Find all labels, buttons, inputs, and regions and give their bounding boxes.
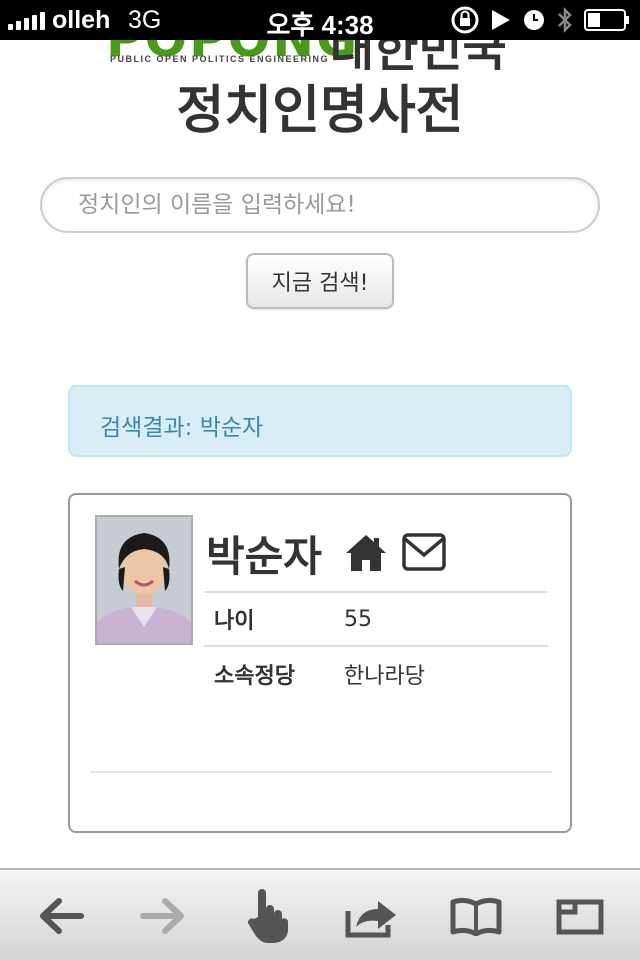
pointer-button[interactable] xyxy=(228,884,308,948)
play-icon xyxy=(492,10,510,30)
table-row: 소속정당 한나라당 xyxy=(204,645,548,700)
mail-icon[interactable] xyxy=(402,533,446,571)
tabs-button[interactable] xyxy=(540,884,620,948)
browser-toolbar xyxy=(0,868,640,960)
info-value-party: 한나라당 xyxy=(344,645,548,700)
page-title: 정치인명사전 xyxy=(176,81,464,141)
tabs-icon xyxy=(556,899,604,935)
bookmarks-button[interactable] xyxy=(436,884,516,948)
search-input[interactable] xyxy=(40,177,600,233)
alarm-icon xyxy=(524,10,544,30)
battery-icon xyxy=(584,9,629,31)
status-bar: olleh 3G 오후 4:38 xyxy=(0,0,640,40)
search-result-alert: 검색결과: 박순자 xyxy=(68,385,572,457)
info-value-age: 55 xyxy=(344,591,548,646)
forward-button[interactable] xyxy=(124,884,204,948)
pointer-hand-icon xyxy=(247,889,288,943)
share-button[interactable] xyxy=(332,884,412,948)
info-label-party: 소속정당 xyxy=(204,645,344,700)
card-divider xyxy=(90,771,552,773)
back-button[interactable] xyxy=(20,884,100,948)
search-button[interactable]: 지금 검색! xyxy=(246,253,394,309)
politician-name: 박순자 xyxy=(206,532,322,581)
table-row: 나이 55 xyxy=(204,591,548,646)
politician-photo[interactable] xyxy=(95,515,193,645)
orientation-lock-icon xyxy=(451,6,479,34)
info-label-age: 나이 xyxy=(204,591,344,646)
bookmarks-icon xyxy=(450,897,502,936)
politician-info-table: 나이 55 소속정당 한나라당 xyxy=(204,591,548,700)
logo-subtitle: PUBLIC OPEN POLITICS ENGINEERING xyxy=(110,54,330,64)
politician-card: 박순자 나이 55 소속정당 한나라당 xyxy=(68,493,572,833)
share-icon xyxy=(345,901,396,938)
back-arrow-icon xyxy=(40,898,84,934)
logo-suffix: 대한민국 xyxy=(330,40,507,70)
bluetooth-icon xyxy=(558,6,572,34)
forward-arrow-icon xyxy=(140,898,184,934)
home-icon[interactable] xyxy=(344,533,388,573)
logo[interactable]: POPONG PUBLIC OPEN POLITICS ENGINEERING … xyxy=(100,40,540,70)
